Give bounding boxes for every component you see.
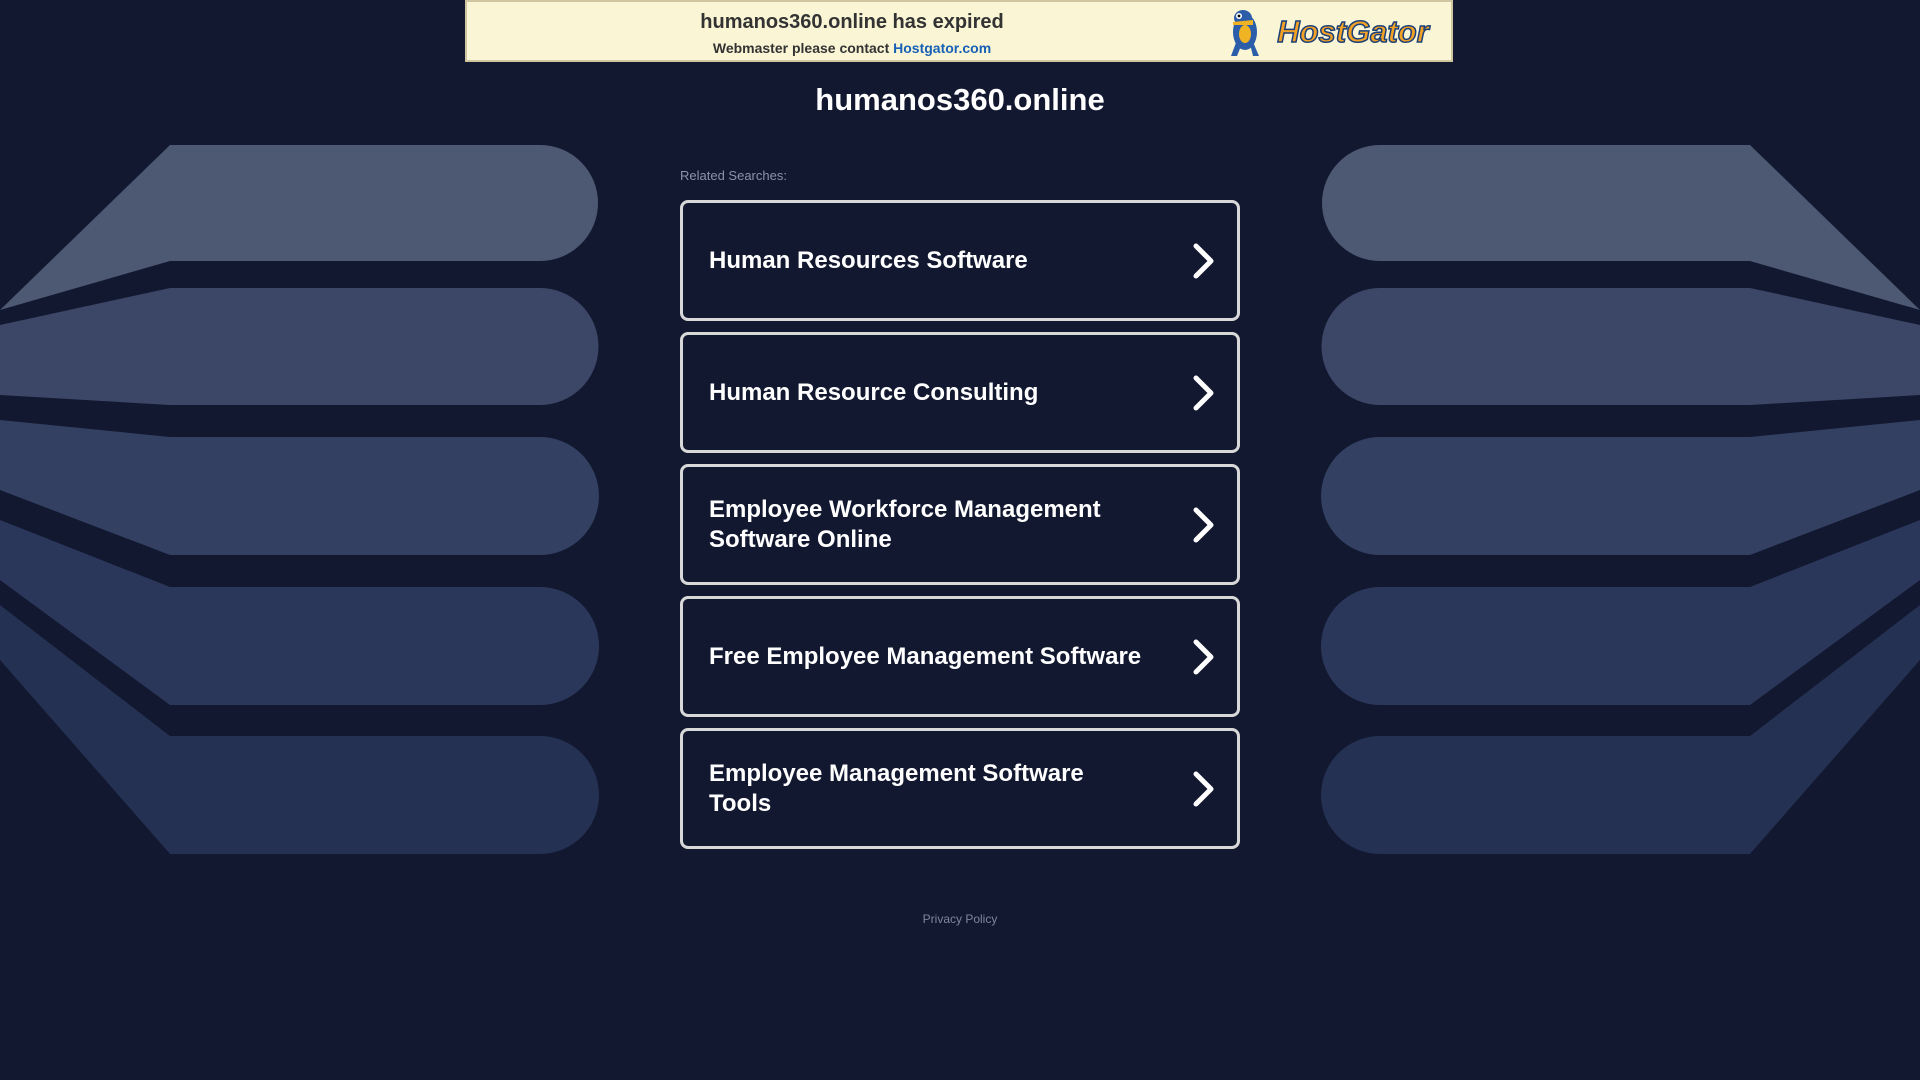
domain-title: humanos360.online	[815, 82, 1105, 117]
search-result-human-resources-software[interactable]: Human Resources Software	[680, 200, 1240, 321]
banner-subtitle: Webmaster please contact Hostgator.com	[467, 40, 1237, 56]
search-result-label: Human Resource Consulting	[709, 378, 1039, 406]
search-result-label: Employee Workforce Management Software O…	[709, 495, 1101, 553]
privacy-policy-link[interactable]: Privacy Policy	[0, 912, 1920, 926]
related-searches-label: Related Searches:	[680, 168, 787, 183]
chevron-right-icon	[1193, 507, 1214, 542]
gator-mascot-icon	[1231, 10, 1259, 56]
chevron-right-icon	[1193, 639, 1214, 674]
chevron-right-icon	[1193, 243, 1214, 278]
hostgator-link[interactable]: Hostgator.com	[893, 40, 991, 56]
search-result-label: Human Resources Software	[709, 246, 1028, 274]
search-result-human-resource-consulting[interactable]: Human Resource Consulting	[680, 332, 1240, 453]
banner-sub-prefix: Webmaster please contact	[712, 40, 890, 56]
search-result-label: Free Employee Management Software	[709, 642, 1142, 670]
search-result-free-employee-management[interactable]: Free Employee Management Software	[680, 596, 1240, 717]
page: humanos360.online has expired Webmaster …	[0, 0, 1920, 1080]
search-result-employee-management-tools[interactable]: Employee Management Software Tools	[680, 728, 1240, 849]
related-searches-list: Human Resources Software Human Resource …	[680, 200, 1240, 860]
search-result-employee-workforce-management[interactable]: Employee Workforce Management Software O…	[680, 464, 1240, 585]
hostgator-logo[interactable]: HostGator	[1223, 6, 1447, 58]
search-result-label: Employee Management Software Tools	[709, 759, 1084, 817]
chevron-right-icon	[1193, 375, 1214, 410]
svg-text:HostGator: HostGator	[1277, 14, 1431, 49]
expired-banner: humanos360.online has expired Webmaster …	[465, 0, 1453, 62]
chevron-right-icon	[1193, 771, 1214, 806]
banner-title: humanos360.online has expired	[700, 11, 1004, 33]
